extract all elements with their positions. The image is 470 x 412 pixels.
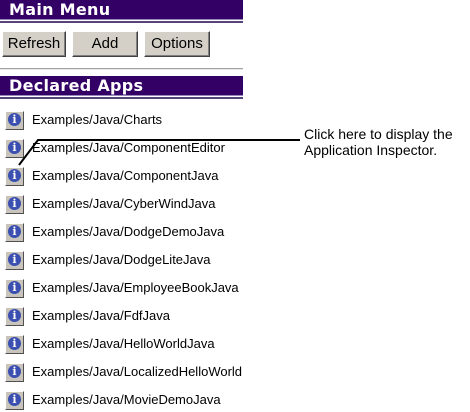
info-glyph-icon: i	[8, 113, 21, 126]
callout-line-2: Application Inspector.	[304, 142, 438, 158]
info-icon[interactable]: i	[5, 307, 24, 326]
info-glyph-icon: i	[8, 281, 21, 294]
app-label[interactable]: Examples/Java/ComponentJava	[32, 168, 218, 184]
info-icon[interactable]: i	[5, 391, 24, 410]
info-icon[interactable]: i	[5, 363, 24, 382]
options-button[interactable]: Options	[144, 31, 210, 57]
app-label[interactable]: Examples/Java/ComponentEditor	[32, 140, 225, 156]
app-label[interactable]: Examples/Java/DodgeLiteJava	[32, 252, 211, 268]
app-row: i Examples/Java/CyberWindJava	[0, 194, 243, 218]
info-icon[interactable]: i	[5, 195, 24, 214]
app-label[interactable]: Examples/Java/EmployeeBookJava	[32, 280, 239, 296]
callout-note: Click here to display the Application In…	[304, 126, 470, 158]
app-row: i Examples/Java/DodgeLiteJava	[0, 250, 243, 274]
app-row: i Examples/Java/EmployeeBookJava	[0, 278, 243, 302]
declared-apps-header: Declared Apps	[0, 76, 243, 100]
app-row: i Examples/Java/LocalizedHelloWorld	[0, 362, 243, 386]
app-row: i Examples/Java/HelloWorldJava	[0, 334, 243, 358]
app-label[interactable]: Examples/Java/DodgeDemoJava	[32, 224, 224, 240]
info-icon[interactable]: i	[5, 223, 24, 242]
app-row: i Examples/Java/MovieDemoJava	[0, 390, 243, 412]
info-icon[interactable]: i	[5, 279, 24, 298]
info-icon[interactable]: i	[5, 111, 24, 130]
info-glyph-icon: i	[8, 197, 21, 210]
declared-apps-title: Declared Apps	[9, 76, 144, 95]
callout-line-1: Click here to display the	[304, 126, 453, 142]
app-label[interactable]: Examples/Java/LocalizedHelloWorld	[32, 364, 242, 380]
app-row: i Examples/Java/ComponentEditor	[0, 138, 243, 162]
refresh-button[interactable]: Refresh	[2, 31, 66, 57]
divider	[0, 68, 243, 70]
info-glyph-icon: i	[8, 309, 21, 322]
main-menu-panel: Main Menu Refresh Add Options Declared A…	[0, 0, 243, 412]
app-label[interactable]: Examples/Java/MovieDemoJava	[32, 392, 221, 408]
info-icon[interactable]: i	[5, 139, 24, 158]
info-glyph-icon: i	[8, 365, 21, 378]
info-icon[interactable]: i	[5, 251, 24, 270]
main-menu-toolbar: Refresh Add Options	[0, 31, 243, 59]
app-label[interactable]: Examples/Java/FdfJava	[32, 308, 170, 324]
main-menu-header: Main Menu	[0, 0, 243, 24]
info-glyph-icon: i	[8, 141, 21, 154]
app-label[interactable]: Examples/Java/HelloWorldJava	[32, 336, 215, 352]
info-glyph-icon: i	[8, 337, 21, 350]
info-glyph-icon: i	[8, 393, 21, 406]
app-row: i Examples/Java/ComponentJava	[0, 166, 243, 190]
main-menu-title: Main Menu	[9, 0, 111, 19]
add-button[interactable]: Add	[72, 31, 138, 57]
info-glyph-icon: i	[8, 225, 21, 238]
info-glyph-icon: i	[8, 169, 21, 182]
app-label[interactable]: Examples/Java/Charts	[32, 112, 162, 128]
app-label[interactable]: Examples/Java/CyberWindJava	[32, 196, 216, 212]
app-row: i Examples/Java/FdfJava	[0, 306, 243, 330]
info-icon[interactable]: i	[5, 335, 24, 354]
info-glyph-icon: i	[8, 253, 21, 266]
app-row: i Examples/Java/DodgeDemoJava	[0, 222, 243, 246]
app-row: i Examples/Java/Charts	[0, 110, 243, 134]
info-icon[interactable]: i	[5, 167, 24, 186]
